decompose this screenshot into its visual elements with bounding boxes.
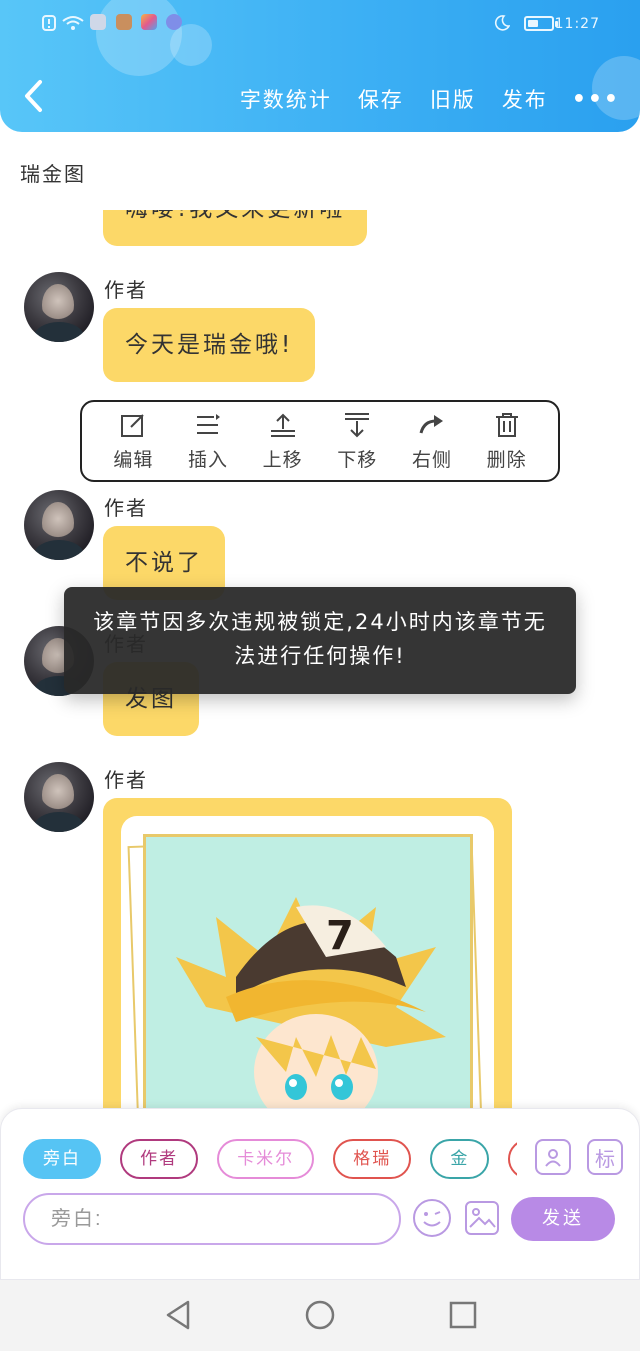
emoji-icon [423, 1211, 441, 1227]
message-item[interactable]: 作者 今天是瑞金哦! [0, 272, 640, 384]
trash-icon [495, 412, 518, 437]
emoji-button[interactable] [413, 1199, 451, 1237]
chevron-left-icon [25, 80, 42, 112]
insert-icon [196, 413, 220, 434]
avatar[interactable] [24, 272, 94, 342]
image-icon [469, 1208, 496, 1228]
anime-character-illustration: 7 [176, 897, 446, 1146]
insert-button[interactable]: 插入 [176, 411, 240, 472]
back-button[interactable] [20, 78, 50, 114]
image-button[interactable] [465, 1201, 499, 1235]
chapter-title: 瑞金图 [20, 162, 86, 186]
top-header: 11:27 字数统计 保存 旧版 发布 ••• [0, 0, 640, 132]
save-button[interactable]: 保存 [358, 84, 404, 114]
move-up-label: 上移 [262, 448, 303, 471]
send-button[interactable]: 发送 [511, 1197, 615, 1241]
chat-image[interactable]: 7 [121, 816, 494, 1146]
sender-name: 作者 [104, 278, 148, 302]
edit-button[interactable]: 编辑 [101, 411, 165, 472]
right-side-button[interactable]: 右侧 [400, 411, 464, 472]
role-manage-button[interactable] [535, 1139, 571, 1175]
status-time: 11:27 [554, 16, 600, 32]
more-icon[interactable]: ••• [572, 87, 620, 112]
avatar[interactable] [24, 762, 94, 832]
role-chip-jin[interactable]: 金 [430, 1139, 490, 1179]
role-chip-narration[interactable]: 旁白 [23, 1139, 101, 1179]
delete-label: 删除 [486, 448, 527, 471]
insert-label: 插入 [187, 448, 228, 471]
tag-button[interactable]: 标 [587, 1139, 623, 1175]
move-down-icon [345, 412, 370, 437]
right-side-label: 右侧 [411, 448, 452, 471]
publish-button[interactable]: 发布 [502, 84, 548, 114]
word-count-button[interactable]: 字数统计 [240, 84, 332, 114]
recent-square-icon[interactable] [446, 1298, 480, 1332]
delete-button[interactable]: 删除 [475, 411, 539, 472]
redo-right-icon [419, 414, 443, 433]
role-chip-gerui[interactable]: 格瑞 [333, 1139, 412, 1179]
home-circle-icon[interactable] [303, 1298, 337, 1332]
svg-text:7: 7 [326, 913, 354, 959]
message-action-toolbar: 编辑 插入 上移 下移 右侧 删除 [80, 400, 560, 482]
move-up-icon [270, 413, 295, 437]
move-down-label: 下移 [337, 448, 378, 471]
message-bubble[interactable]: 今天是瑞金哦! [103, 308, 316, 382]
message-input[interactable] [23, 1193, 401, 1245]
avatar[interactable] [24, 490, 94, 560]
moon-icon [494, 14, 510, 32]
message-item[interactable]: 嗨喽!我又来更新啦 [0, 210, 640, 246]
game-app-icon [116, 14, 132, 30]
sender-name: 作者 [104, 496, 148, 520]
artwork-background: 7 [143, 834, 473, 1146]
move-up-button[interactable]: 上移 [251, 411, 315, 472]
person-card-icon [545, 1149, 561, 1167]
role-chip-leishi[interactable]: 雷狮 [508, 1139, 517, 1179]
system-navigation-bar [0, 1280, 640, 1351]
lock-warning-toast: 该章节因多次违规被锁定,24小时内该章节无法进行任何操作! [64, 587, 576, 694]
image-message-bubble[interactable]: 7 [103, 798, 512, 1146]
edit-label: 编辑 [113, 448, 154, 471]
back-triangle-icon[interactable] [162, 1298, 196, 1332]
shield-app-icon [90, 14, 106, 30]
music-app-icon [166, 14, 182, 30]
message-bubble[interactable]: 嗨喽!我又来更新啦 [103, 210, 368, 246]
battery-icon [524, 16, 554, 31]
old-version-button[interactable]: 旧版 [430, 84, 476, 114]
role-chip-kamier[interactable]: 卡米尔 [217, 1139, 315, 1179]
wifi-icon [62, 14, 84, 32]
header-actions: 字数统计 保存 旧版 发布 ••• [214, 84, 620, 114]
alert-icon [42, 14, 56, 32]
app-screen: 11:27 字数统计 保存 旧版 发布 ••• 瑞金图 嗨喽!我又来更新啦 作者… [0, 0, 640, 1351]
move-down-button[interactable]: 下移 [325, 411, 389, 472]
sender-name: 作者 [104, 768, 148, 792]
composer-panel: 旁白 作者 卡米尔 格瑞 金 雷狮 标 发送 [0, 1108, 640, 1280]
colorful-app-icon [141, 14, 157, 30]
edit-icon [121, 413, 145, 437]
message-item[interactable]: 作者 不说了 [0, 490, 640, 602]
role-chip-list: 旁白 作者 卡米尔 格瑞 金 雷狮 [23, 1139, 517, 1179]
status-bar: 11:27 [0, 10, 640, 40]
role-chip-author[interactable]: 作者 [120, 1139, 199, 1179]
